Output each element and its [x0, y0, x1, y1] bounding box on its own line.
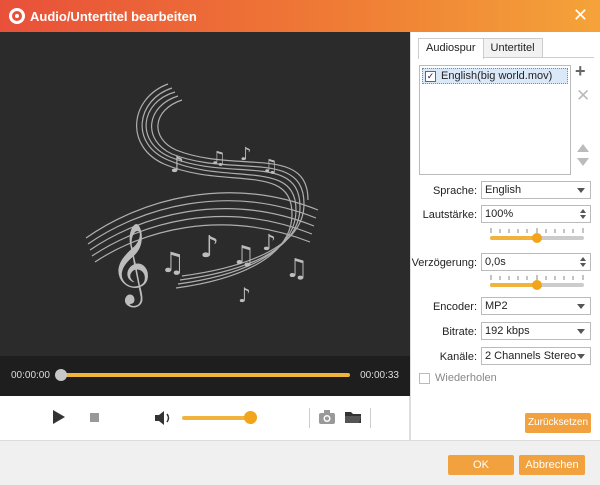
decrement-icon[interactable] [580, 215, 586, 219]
volume-icon[interactable] [154, 410, 174, 426]
bitrate-label: Bitrate: [442, 326, 477, 338]
slider-thumb[interactable] [532, 280, 542, 290]
delay-label: Verzögerung: [411, 257, 477, 269]
divider [370, 408, 371, 428]
increment-icon[interactable] [580, 257, 586, 261]
svg-text:♫: ♫ [160, 246, 185, 279]
svg-text:♫: ♫ [285, 254, 308, 284]
svg-text:♪: ♪ [240, 144, 252, 165]
stop-icon[interactable] [90, 413, 99, 422]
add-track-icon[interactable]: + [575, 62, 586, 80]
close-icon[interactable]: ✕ [573, 6, 588, 24]
volume-value: 100% [485, 208, 514, 220]
language-select[interactable]: English [481, 181, 591, 199]
delay-slider[interactable] [490, 275, 584, 295]
volume-spinbox[interactable]: 100% [481, 205, 591, 223]
delay-spinbox[interactable]: 0,0s [481, 253, 591, 271]
slider-track-fill [490, 236, 537, 240]
play-icon[interactable] [53, 410, 65, 424]
svg-text:♪: ♪ [238, 283, 251, 307]
remove-track-icon[interactable]: ✕ [576, 87, 590, 105]
settings-panel: Audiospur Untertitel ✓ English(big world… [410, 32, 600, 440]
channels-label: Kanäle: [439, 351, 477, 363]
svg-text:♫: ♫ [210, 148, 226, 169]
window-title: Audio/Untertitel bearbeiten [30, 9, 197, 24]
encoder-select[interactable]: MP2 [481, 297, 591, 315]
svg-text:𝄞: 𝄞 [110, 222, 151, 307]
music-notes-artwork: 𝄞 ♪ ♫ ♪ ♫ ♫ ♪ ♫ ♪ ♫ ♪ [85, 83, 319, 307]
increment-icon[interactable] [580, 209, 586, 213]
svg-text:♪: ♪ [200, 230, 219, 265]
playback-controls [0, 396, 410, 440]
volume-slider-thumb[interactable] [244, 411, 257, 424]
ok-button[interactable]: OK [448, 455, 514, 475]
svg-text:♫: ♫ [232, 241, 255, 271]
total-time: 00:00:33 [360, 370, 399, 381]
svg-text:♪: ♪ [262, 231, 276, 256]
divider [309, 408, 310, 428]
track-checkbox[interactable]: ✓ [425, 70, 436, 82]
move-up-icon[interactable] [577, 144, 589, 152]
timeline-bar: 00:00:00 00:00:33 [0, 356, 410, 396]
slider-thumb[interactable] [532, 233, 542, 243]
move-down-icon[interactable] [577, 158, 589, 166]
current-time: 00:00:00 [11, 370, 50, 381]
track-label: English(big world.mov) [441, 70, 553, 82]
repeat-option[interactable]: Wiederholen [419, 372, 497, 384]
volume-label: Lautstärke: [422, 209, 477, 221]
channels-select[interactable]: 2 Channels Stereo [481, 347, 591, 365]
snapshot-camera-icon[interactable] [318, 409, 336, 425]
repeat-checkbox[interactable] [419, 372, 430, 384]
language-label: Sprache: [432, 185, 477, 197]
volume-level-slider[interactable] [490, 228, 584, 248]
encoder-label: Encoder: [432, 301, 477, 313]
slider-track-fill [490, 283, 537, 287]
tab-untertitel[interactable]: Untertitel [482, 38, 543, 58]
repeat-label: Wiederholen [435, 372, 497, 384]
video-preview: 𝄞 ♪ ♫ ♪ ♫ ♫ ♪ ♫ ♪ ♫ ♪ [0, 32, 410, 356]
reset-button[interactable]: Zurücksetzen [525, 413, 591, 433]
tab-audiospur[interactable]: Audiospur [418, 38, 484, 59]
app-logo-icon [9, 8, 25, 24]
cancel-button[interactable]: Abbrechen [519, 455, 585, 475]
decrement-icon[interactable] [580, 263, 586, 267]
progress-track[interactable] [60, 373, 350, 377]
open-folder-icon[interactable] [344, 409, 362, 425]
progress-thumb[interactable] [55, 369, 67, 381]
dialog-footer: OK Abbrechen [0, 440, 600, 485]
audio-track-list[interactable]: ✓ English(big world.mov) [419, 65, 571, 175]
svg-text:♪: ♪ [170, 153, 184, 178]
list-item[interactable]: ✓ English(big world.mov) [422, 68, 568, 84]
volume-slider-track[interactable] [182, 416, 252, 420]
svg-text:♫: ♫ [262, 156, 278, 177]
bitrate-select[interactable]: 192 kbps [481, 322, 591, 340]
tab-bar: Audiospur Untertitel [418, 38, 543, 59]
delay-value: 0,0s [485, 256, 506, 268]
title-bar: Audio/Untertitel bearbeiten ✕ [0, 0, 600, 32]
